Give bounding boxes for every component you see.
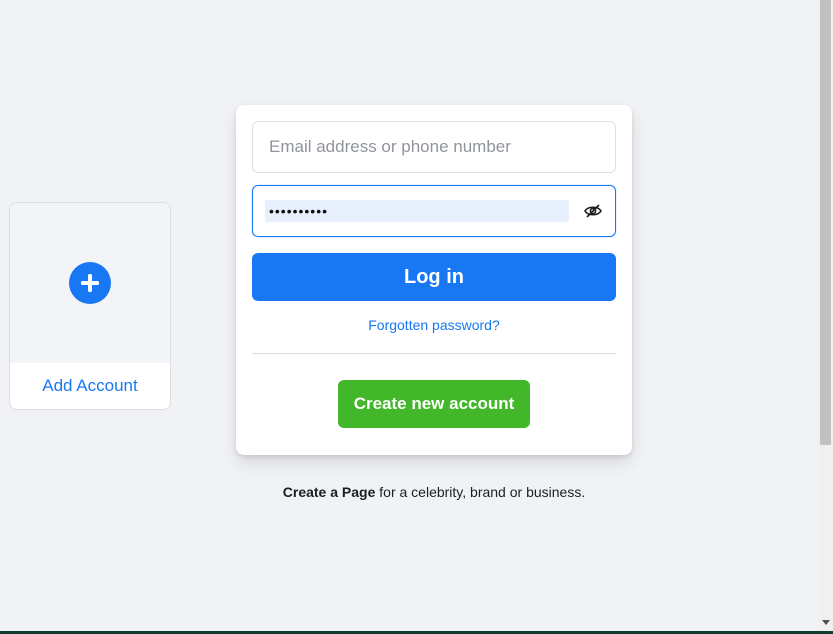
page: Add Account Log in Forgotten password? C… bbox=[0, 0, 833, 634]
scrollbar-thumb[interactable] bbox=[820, 0, 831, 445]
login-button[interactable]: Log in bbox=[252, 253, 616, 301]
create-account-wrapper: Create new account bbox=[252, 380, 616, 428]
email-input[interactable] bbox=[253, 122, 615, 172]
eye-slash-icon[interactable] bbox=[583, 201, 603, 221]
plus-circle-icon[interactable] bbox=[69, 262, 111, 304]
vertical-scrollbar[interactable] bbox=[818, 0, 833, 631]
add-account-label[interactable]: Add Account bbox=[10, 363, 170, 409]
divider bbox=[252, 353, 616, 354]
create-page-text: Create a Page for a celebrity, brand or … bbox=[236, 484, 632, 500]
scroll-down-arrow-icon[interactable] bbox=[822, 620, 830, 625]
password-input[interactable] bbox=[253, 186, 615, 236]
password-field-wrapper bbox=[252, 185, 616, 237]
forgot-password-link[interactable]: Forgotten password? bbox=[252, 317, 616, 333]
add-account-icon-area bbox=[10, 203, 170, 363]
create-page-link[interactable]: Create a Page bbox=[283, 484, 376, 500]
create-page-description: for a celebrity, brand or business. bbox=[375, 484, 586, 500]
email-field-wrapper bbox=[252, 121, 616, 173]
add-account-card[interactable]: Add Account bbox=[9, 202, 171, 410]
create-account-button[interactable]: Create new account bbox=[337, 380, 531, 428]
login-card: Log in Forgotten password? Create new ac… bbox=[236, 105, 632, 455]
